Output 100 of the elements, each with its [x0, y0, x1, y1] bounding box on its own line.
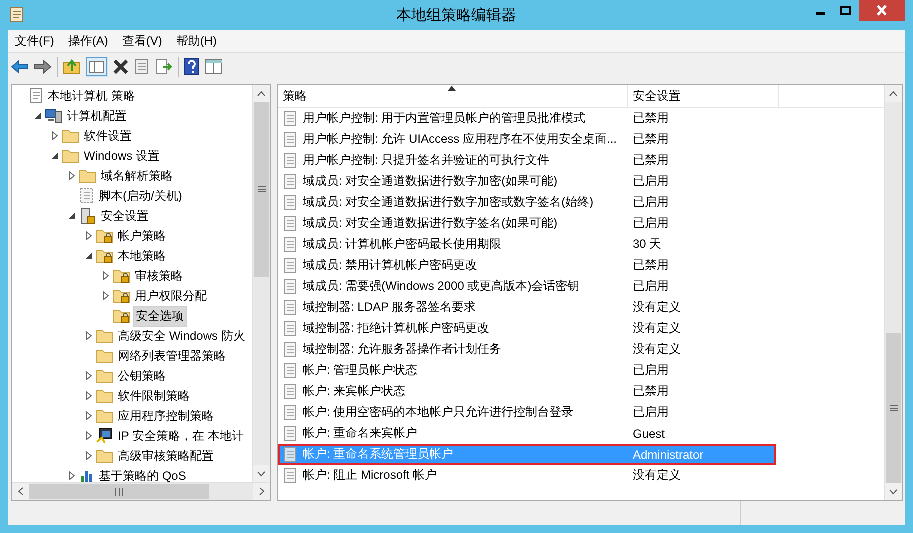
policy-name: 域成员: 对安全通道数据进行数字签名(如果可能)	[303, 215, 559, 232]
policy-document-icon	[283, 236, 299, 252]
collapsed-triangle-icon[interactable]	[85, 431, 93, 441]
column-header[interactable]: 安全设置	[628, 85, 779, 107]
tree-item[interactable]: 脚本(启动/关机)	[97, 186, 184, 206]
left-caret-icon[interactable]	[18, 487, 24, 496]
tree-item[interactable]: Windows 设置	[82, 146, 162, 166]
menu-item[interactable]: 帮助(H)	[169, 32, 224, 50]
policy-document-icon	[283, 342, 299, 358]
delete-icon[interactable]	[113, 59, 129, 75]
expanded-triangle-icon[interactable]	[68, 212, 76, 220]
tree-item[interactable]: 计算机配置	[65, 106, 129, 126]
setting-value: 已禁用	[633, 110, 669, 127]
expanded-triangle-icon[interactable]	[85, 252, 93, 260]
scroll-thumb[interactable]	[29, 484, 209, 499]
collapsed-triangle-icon[interactable]	[85, 371, 93, 381]
collapsed-triangle-icon[interactable]	[51, 131, 59, 141]
close-icon	[876, 5, 888, 16]
folder-icon	[96, 368, 114, 384]
menu-item[interactable]: 操作(A)	[61, 32, 116, 50]
policy-row[interactable]: 帐户: 管理员帐户状态 已启用	[278, 360, 776, 381]
menu-item[interactable]: 查看(V)	[115, 32, 170, 50]
network-computer-icon	[96, 428, 114, 444]
expanded-triangle-icon[interactable]	[34, 112, 42, 120]
menu-item[interactable]: 文件(F)	[8, 32, 62, 50]
setting-value: 已启用	[633, 404, 669, 421]
policy-row[interactable]: 域成员: 禁用计算机帐户密码更改 已禁用	[278, 255, 776, 276]
tree-item[interactable]: 网络列表管理器策略	[116, 346, 228, 366]
collapsed-triangle-icon[interactable]	[85, 231, 93, 241]
folder-up-icon[interactable]	[63, 59, 81, 75]
tree-item[interactable]: 本地计算机 策略	[46, 86, 138, 106]
vertical-scrollbar[interactable]	[884, 85, 902, 500]
down-caret-icon[interactable]	[889, 488, 898, 494]
policy-row[interactable]: 域成员: 对安全通道数据进行数字签名(如果可能) 已启用	[278, 213, 776, 234]
policy-document-icon	[283, 194, 299, 210]
policy-name: 域成员: 对安全通道数据进行数字加密(如果可能)	[303, 173, 559, 190]
collapsed-triangle-icon[interactable]	[85, 331, 93, 341]
collapsed-triangle-icon[interactable]	[85, 451, 93, 461]
export-list-icon[interactable]	[155, 59, 173, 75]
setting-value: Administrator	[633, 448, 704, 462]
tree-item[interactable]: 应用程序控制策略	[116, 406, 216, 426]
tree-item[interactable]: 公钥策略	[116, 366, 168, 386]
horizontal-scrollbar[interactable]	[12, 482, 270, 500]
tree-item[interactable]: 高级安全 Windows 防火	[116, 326, 248, 346]
policy-row[interactable]: 域成员: 需要强(Windows 2000 或更高版本)会话密钥 已启用	[278, 276, 776, 297]
collapsed-triangle-icon[interactable]	[85, 391, 93, 401]
tree-item[interactable]: 安全选项	[133, 306, 187, 326]
vertical-scrollbar[interactable]	[252, 85, 270, 482]
tree-item[interactable]: 用户权限分配	[133, 286, 209, 306]
tree-item[interactable]: 软件限制策略	[116, 386, 192, 406]
tree-item[interactable]: IP 安全策略，在 本地计	[116, 426, 246, 446]
close-button[interactable]	[859, 0, 905, 21]
setting-value: Guest	[633, 426, 666, 440]
policy-row[interactable]: 用户帐户控制: 允许 UIAccess 应用程序在不使用安全桌面... 已禁用	[278, 129, 776, 150]
help-icon[interactable]	[184, 58, 200, 76]
up-caret-icon[interactable]	[257, 90, 266, 96]
policy-name: 域控制器: 拒绝计算机帐户密码更改	[303, 320, 491, 337]
collapsed-triangle-icon[interactable]	[68, 171, 76, 181]
back-arrow-icon[interactable]	[11, 59, 29, 75]
collapsed-triangle-icon[interactable]	[102, 271, 110, 281]
expanded-triangle-icon[interactable]	[51, 152, 59, 160]
policy-row[interactable]: 域控制器: 拒绝计算机帐户密码更改 没有定义	[278, 318, 776, 339]
policy-row[interactable]: 用户帐户控制: 只提升签名并验证的可执行文件 已禁用	[278, 150, 776, 171]
policy-row[interactable]: 帐户: 来宾帐户状态 已禁用	[278, 381, 776, 402]
column-header[interactable]: 策略	[278, 85, 628, 107]
collapsed-triangle-icon[interactable]	[68, 471, 76, 481]
collapsed-triangle-icon[interactable]	[102, 291, 110, 301]
policy-row[interactable]: 帐户: 使用空密码的本地帐户只允许进行控制台登录 已启用	[278, 402, 776, 423]
right-caret-icon[interactable]	[258, 487, 264, 496]
tree-item[interactable]: 软件设置	[82, 126, 134, 146]
policy-name: 用户帐户控制: 只提升签名并验证的可执行文件	[303, 152, 551, 169]
pane-toggle-icon[interactable]	[86, 57, 108, 77]
collapsed-triangle-icon[interactable]	[85, 411, 93, 421]
policy-row[interactable]: 域成员: 计算机帐户密码最长使用期限 30 天	[278, 234, 776, 255]
folder-icon	[62, 128, 80, 144]
tree-item[interactable]: 基于策略的 QoS	[97, 466, 188, 482]
tree-item[interactable]: 帐户策略	[116, 226, 168, 246]
view-pane-icon[interactable]	[205, 59, 223, 75]
tree-item[interactable]: 高级审核策略配置	[116, 446, 216, 466]
policy-name: 域成员: 对安全通道数据进行数字加密或数字签名(始终)	[303, 194, 595, 211]
tree-item[interactable]: 本地策略	[116, 246, 168, 266]
forward-arrow-icon[interactable]	[34, 59, 52, 75]
policy-row[interactable]: 帐户: 重命名来宾帐户 Guest	[278, 423, 776, 444]
scroll-thumb[interactable]	[254, 102, 269, 277]
policy-row[interactable]: 域成员: 对安全通道数据进行数字加密或数字签名(始终) 已启用	[278, 192, 776, 213]
tree-item[interactable]: 审核策略	[133, 266, 185, 286]
policy-document-icon	[283, 174, 299, 190]
policy-name: 帐户: 来宾帐户状态	[303, 383, 407, 400]
policy-row[interactable]: 域控制器: LDAP 服务器签名要求 没有定义	[278, 297, 776, 318]
properties-icon[interactable]	[134, 59, 150, 75]
tree-item[interactable]: 安全设置	[99, 206, 151, 226]
policy-name: 帐户: 管理员帐户状态	[303, 362, 419, 379]
tree-item[interactable]: 域名解析策略	[99, 166, 175, 186]
scroll-thumb[interactable]	[886, 333, 901, 483]
up-caret-icon[interactable]	[889, 90, 898, 96]
policy-row[interactable]: 域成员: 对安全通道数据进行数字加密(如果可能) 已启用	[278, 171, 776, 192]
policy-row[interactable]: 域控制器: 允许服务器操作者计划任务 没有定义	[278, 339, 776, 360]
policy-row[interactable]: 用户帐户控制: 用于内置管理员帐户的管理员批准模式 已禁用	[278, 108, 776, 129]
down-caret-icon[interactable]	[257, 470, 266, 476]
policy-row[interactable]: 帐户: 阻止 Microsoft 帐户 没有定义	[278, 465, 776, 486]
